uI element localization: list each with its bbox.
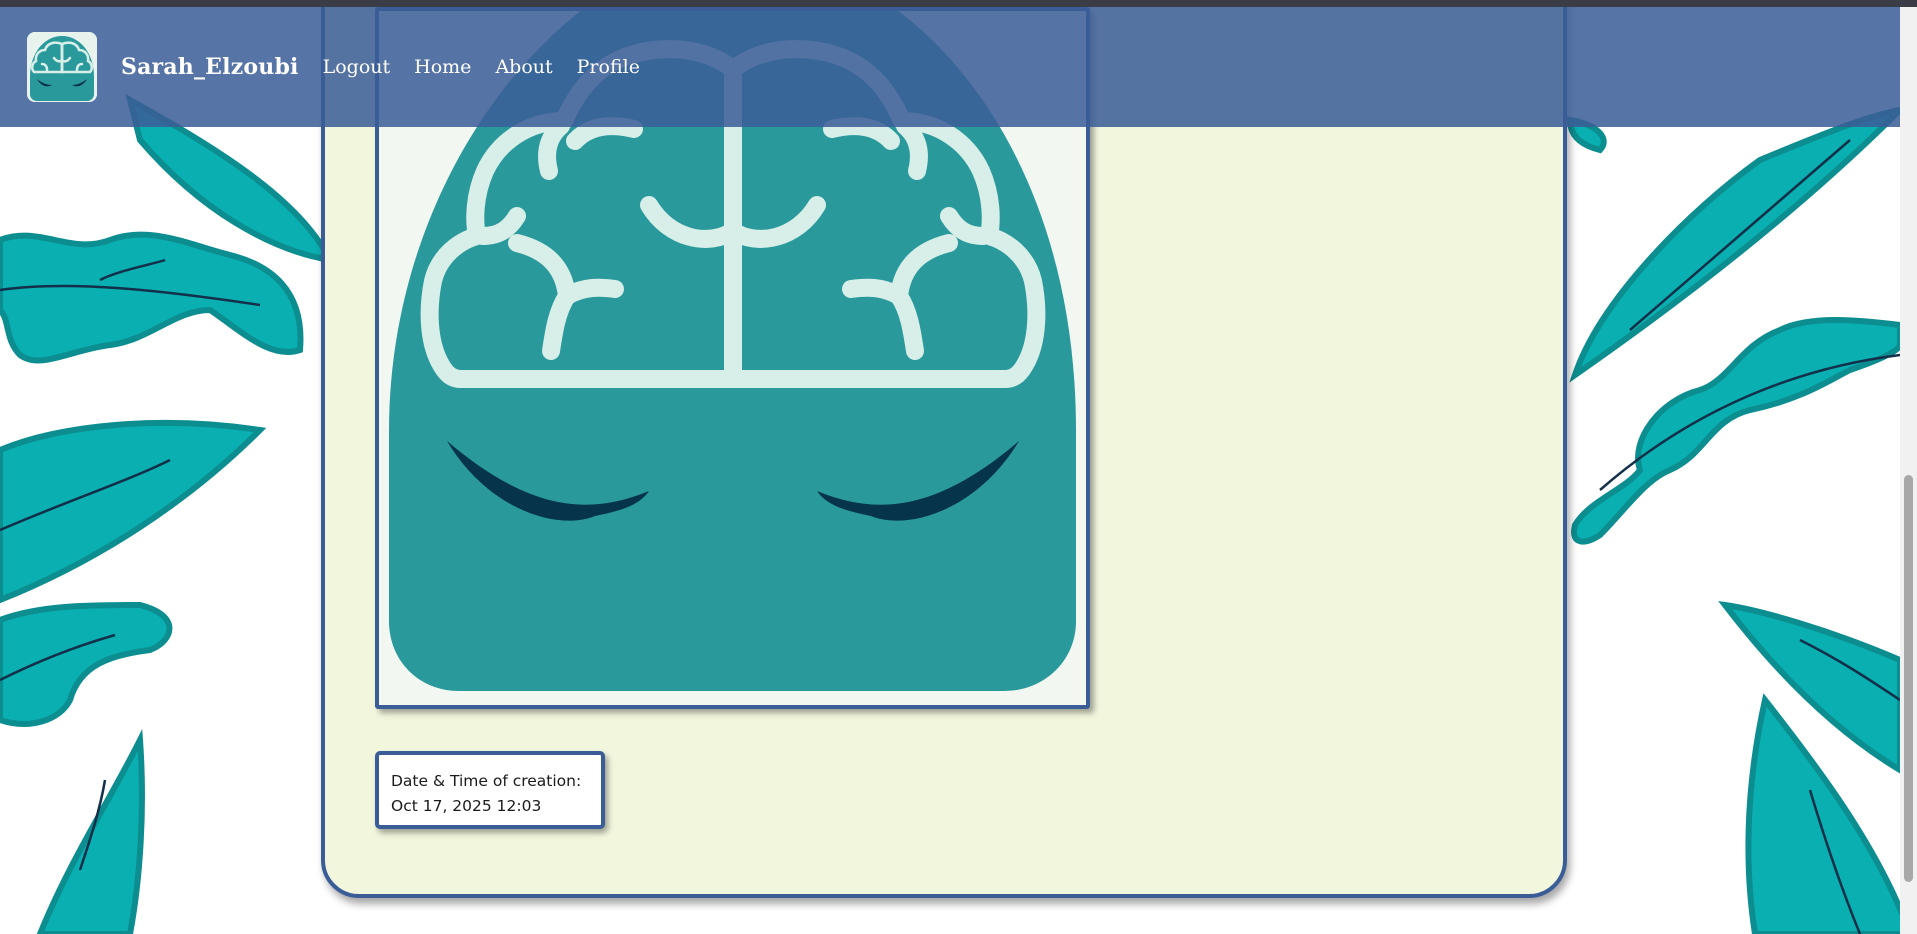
nav-link-profile[interactable]: Profile <box>577 56 640 78</box>
nav-link-home[interactable]: Home <box>414 56 471 78</box>
brain-logo-icon-graphic <box>27 32 97 102</box>
nav-brand[interactable]: Sarah_Elzoubi <box>121 54 299 80</box>
browser-top-strip <box>0 0 1917 7</box>
nav-link-logout[interactable]: Logout <box>323 56 391 78</box>
brain-logo-icon[interactable] <box>27 32 97 102</box>
navbar: Sarah_Elzoubi Logout Home About Profile <box>0 7 1900 127</box>
scrollbar-thumb[interactable] <box>1904 475 1913 882</box>
creation-date-value: Oct 17, 2025 12:03 <box>391 797 542 815</box>
page: Date & Time of creation: Oct 17, 2025 12… <box>0 0 1917 934</box>
creation-date-label: Date & Time of creation: <box>391 772 582 790</box>
creation-date-box: Date & Time of creation: Oct 17, 2025 12… <box>375 751 605 829</box>
vertical-scrollbar[interactable] <box>1900 7 1917 934</box>
nav-link-about[interactable]: About <box>495 56 552 78</box>
